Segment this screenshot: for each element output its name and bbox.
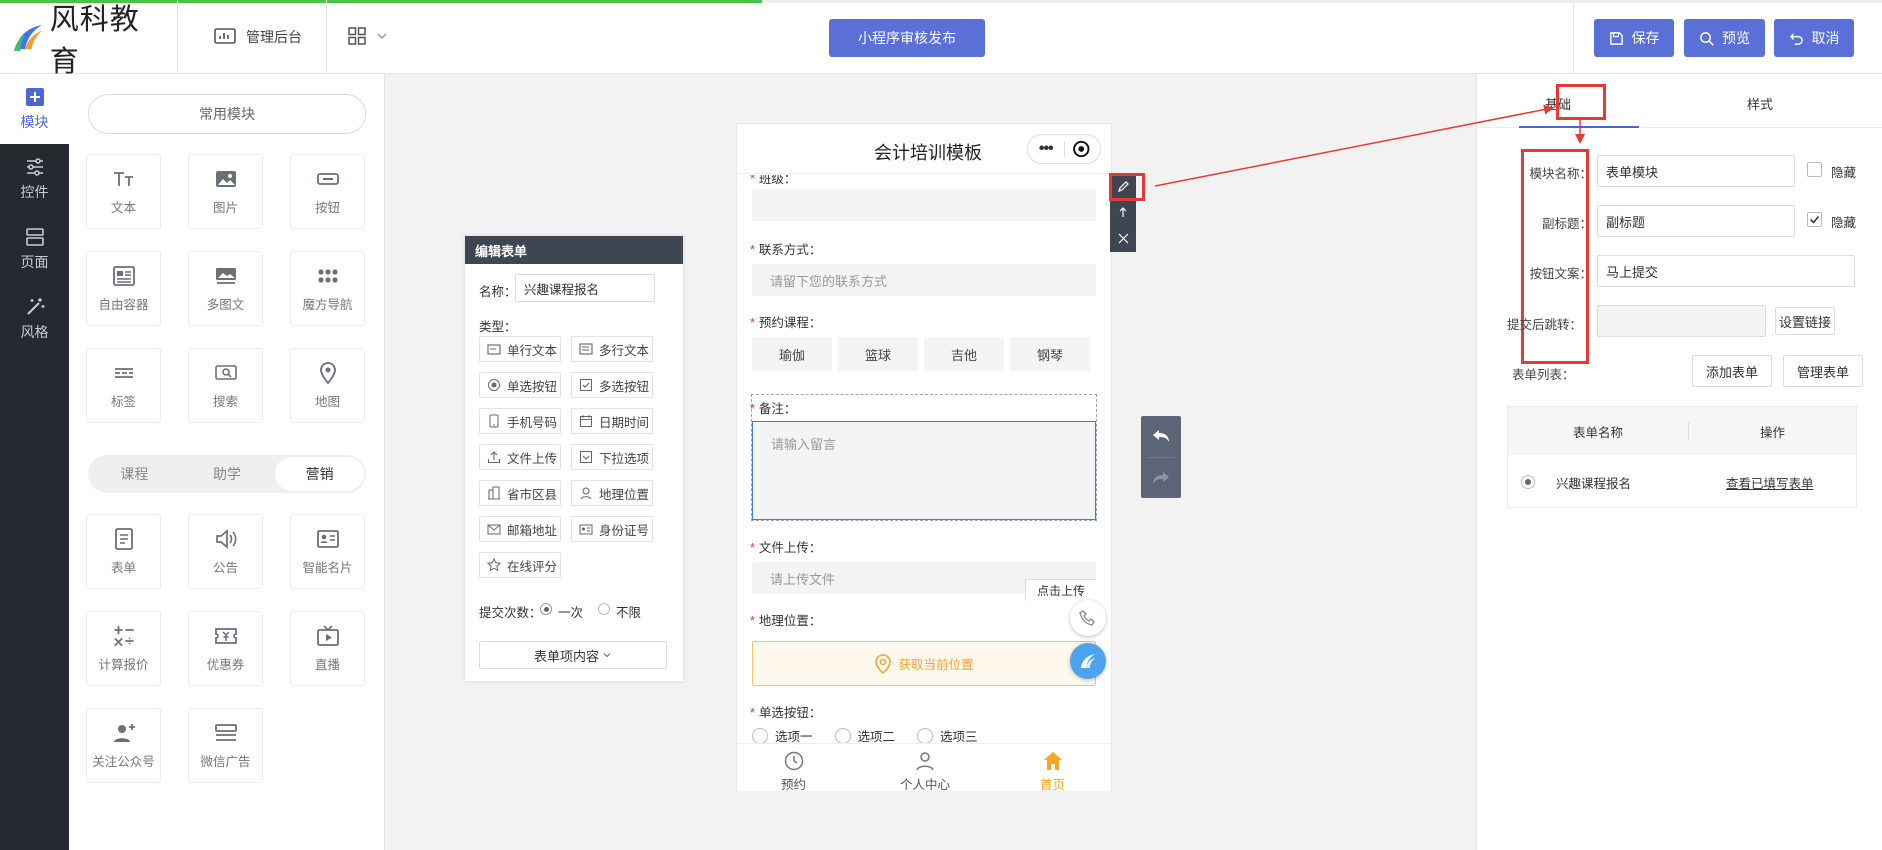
annotation-arrows bbox=[1154, 104, 1585, 187]
annotation-arrow-to-basic-tab bbox=[1154, 104, 1554, 187]
